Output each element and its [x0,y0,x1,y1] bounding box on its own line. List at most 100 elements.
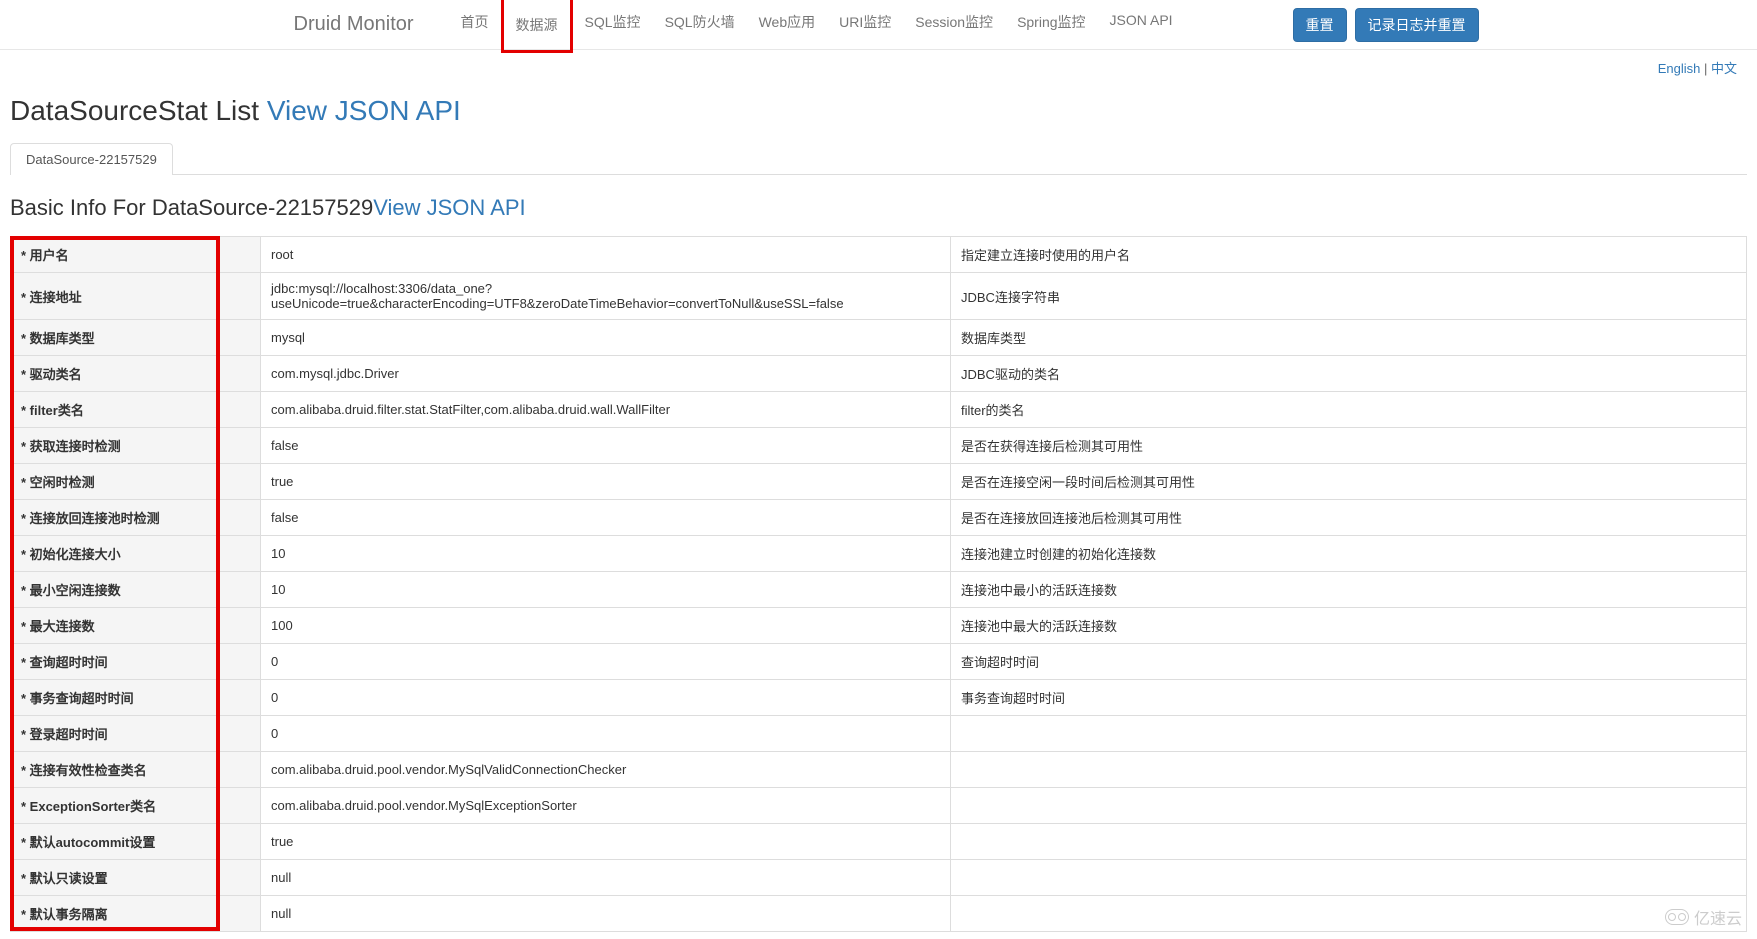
page-title: DataSourceStat List View JSON API [10,95,1747,127]
property-value: 0 [261,680,951,716]
table-row: * 数据库类型mysql数据库类型 [11,320,1747,356]
section-title: Basic Info For DataSource-22157529View J… [10,195,1747,221]
view-json-api-link[interactable]: View JSON API [267,95,461,126]
table-row: * 最大连接数100连接池中最大的活跃连接数 [11,608,1747,644]
nav-session-monitor[interactable]: Session监控 [903,0,1005,47]
property-label: * 获取连接时检测 [11,428,261,464]
property-label: * 默认只读设置 [11,860,261,896]
property-value: 10 [261,536,951,572]
property-value: com.alibaba.druid.pool.vendor.MySqlValid… [261,752,951,788]
table-row: * 初始化连接大小10连接池建立时创建的初始化连接数 [11,536,1747,572]
property-desc: 是否在连接空闲一段时间后检测其可用性 [951,464,1747,500]
property-value: 0 [261,716,951,752]
navbar: Druid Monitor 首页 数据源 SQL监控 SQL防火墙 Web应用 … [0,0,1757,50]
property-label: * 默认autocommit设置 [11,824,261,860]
table-row: * 事务查询超时时间0事务查询超时时间 [11,680,1747,716]
nav-web-app[interactable]: Web应用 [747,0,828,47]
table-row: * 连接有效性检查类名com.alibaba.druid.pool.vendor… [11,752,1747,788]
property-desc: JDBC连接字符串 [951,273,1747,320]
property-label: * 连接放回连接池时检测 [11,500,261,536]
table-row: * 用户名root指定建立连接时使用的用户名 [11,237,1747,273]
watermark: 亿速云 [1665,905,1742,929]
nav-sql-monitor[interactable]: SQL监控 [573,0,653,47]
lang-english[interactable]: English [1658,61,1701,76]
property-label: * 驱动类名 [11,356,261,392]
property-label: * 初始化连接大小 [11,536,261,572]
nav-sql-firewall[interactable]: SQL防火墙 [653,0,747,47]
nav-links: 首页 数据源 SQL监控 SQL防火墙 Web应用 URI监控 Session监… [449,0,1185,53]
reset-button[interactable]: 重置 [1293,8,1347,42]
table-row: * 默认事务隔离null [11,896,1747,932]
property-value: 0 [261,644,951,680]
brand[interactable]: Druid Monitor [279,13,429,36]
table-row: * 默认autocommit设置true [11,824,1747,860]
table-row: * 获取连接时检测false是否在获得连接后检测其可用性 [11,428,1747,464]
table-row: * ExceptionSorter类名com.alibaba.druid.poo… [11,788,1747,824]
property-value: jdbc:mysql://localhost:3306/data_one?use… [261,273,951,320]
property-desc [951,824,1747,860]
property-value: root [261,237,951,273]
property-value: null [261,860,951,896]
property-desc: 查询超时时间 [951,644,1747,680]
property-value: com.alibaba.druid.filter.stat.StatFilter… [261,392,951,428]
property-label: * 默认事务隔离 [11,896,261,932]
log-reset-button[interactable]: 记录日志并重置 [1355,8,1479,42]
table-row: * 登录超时时间0 [11,716,1747,752]
property-desc [951,860,1747,896]
property-desc: 事务查询超时时间 [951,680,1747,716]
table-row: * 空闲时检测true是否在连接空闲一段时间后检测其可用性 [11,464,1747,500]
table-row: * 默认只读设置null [11,860,1747,896]
property-desc: 是否在获得连接后检测其可用性 [951,428,1747,464]
tab-datasource[interactable]: DataSource-22157529 [10,143,173,175]
view-json-api-link-2[interactable]: View JSON API [373,195,525,220]
property-value: false [261,428,951,464]
property-label: * filter类名 [11,392,261,428]
property-desc: JDBC驱动的类名 [951,356,1747,392]
property-desc: 指定建立连接时使用的用户名 [951,237,1747,273]
table-row: * 连接地址jdbc:mysql://localhost:3306/data_o… [11,273,1747,320]
info-table: * 用户名root指定建立连接时使用的用户名* 连接地址jdbc:mysql:/… [10,236,1747,932]
property-desc: 连接池中最小的活跃连接数 [951,572,1747,608]
nav-datasource[interactable]: 数据源 [504,0,570,50]
property-value: 100 [261,608,951,644]
property-desc [951,896,1747,932]
property-desc: 连接池建立时创建的初始化连接数 [951,536,1747,572]
property-desc [951,716,1747,752]
property-value: 10 [261,572,951,608]
nav-spring-monitor[interactable]: Spring监控 [1005,0,1097,47]
property-desc [951,788,1747,824]
lang-chinese[interactable]: 中文 [1711,61,1737,76]
property-label: * 连接地址 [11,273,261,320]
property-label: * 最大连接数 [11,608,261,644]
table-row: * 最小空闲连接数10连接池中最小的活跃连接数 [11,572,1747,608]
property-value: false [261,500,951,536]
property-value: null [261,896,951,932]
property-value: com.mysql.jdbc.Driver [261,356,951,392]
property-desc [951,752,1747,788]
property-label: * ExceptionSorter类名 [11,788,261,824]
property-label: * 数据库类型 [11,320,261,356]
property-desc: 是否在连接放回连接池后检测其可用性 [951,500,1747,536]
property-value: mysql [261,320,951,356]
table-row: * 查询超时时间0查询超时时间 [11,644,1747,680]
nav-uri-monitor[interactable]: URI监控 [827,0,903,47]
property-desc: 数据库类型 [951,320,1747,356]
property-value: true [261,824,951,860]
property-label: * 用户名 [11,237,261,273]
property-label: * 登录超时时间 [11,716,261,752]
property-value: com.alibaba.druid.pool.vendor.MySqlExcep… [261,788,951,824]
property-label: * 连接有效性检查类名 [11,752,261,788]
table-row: * 驱动类名com.mysql.jdbc.DriverJDBC驱动的类名 [11,356,1747,392]
property-desc: 连接池中最大的活跃连接数 [951,608,1747,644]
table-row: * 连接放回连接池时检测false是否在连接放回连接池后检测其可用性 [11,500,1747,536]
property-value: true [261,464,951,500]
property-label: * 最小空闲连接数 [11,572,261,608]
tabs: DataSource-22157529 [10,142,1747,175]
lang-switch: English | 中文 [0,50,1757,85]
property-label: * 空闲时检测 [11,464,261,500]
property-label: * 事务查询超时时间 [11,680,261,716]
table-row: * filter类名com.alibaba.druid.filter.stat.… [11,392,1747,428]
nav-json-api[interactable]: JSON API [1098,0,1185,43]
property-desc: filter的类名 [951,392,1747,428]
nav-home[interactable]: 首页 [449,0,501,47]
